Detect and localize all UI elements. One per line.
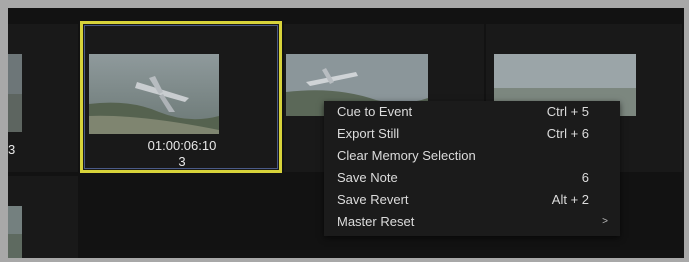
menu-item-label: Export Still	[337, 126, 400, 141]
still-thumbnail-row2-partial[interactable]	[8, 176, 78, 258]
menu-item-cue-to-event[interactable]: Cue to Event Ctrl + 5	[324, 101, 620, 123]
menu-item-export-still[interactable]: Export Still Ctrl + 6	[324, 123, 620, 145]
menu-item-clear-memory-selection[interactable]: Clear Memory Selection	[324, 145, 620, 167]
menu-item-label: Master Reset	[337, 214, 415, 229]
still-image	[8, 54, 22, 132]
menu-item-shortcut: Ctrl + 5	[546, 104, 589, 119]
still-label-fragment: 3	[8, 142, 16, 157]
menu-item-shortcut: Alt + 2	[551, 192, 589, 207]
still-index: 3	[178, 154, 186, 169]
submenu-arrow-icon: >	[602, 216, 608, 227]
menu-item-save-note[interactable]: Save Note 6	[324, 167, 620, 189]
menu-item-label: Clear Memory Selection	[337, 148, 476, 163]
still-thumbnail-left-partial[interactable]	[8, 24, 78, 172]
menu-item-master-reset[interactable]: Master Reset >	[324, 211, 620, 233]
still-image	[8, 206, 22, 258]
menu-item-label: Cue to Event	[337, 104, 413, 119]
menu-item-save-revert[interactable]: Save Revert Alt + 2	[324, 189, 620, 211]
menu-item-shortcut: Ctrl + 6	[546, 126, 589, 141]
menu-item-shortcut: 6	[581, 170, 589, 185]
still-timecode: 01:00:06:10	[147, 138, 217, 153]
context-menu: Cue to Event Ctrl + 5 Export Still Ctrl …	[324, 101, 620, 236]
menu-item-label: Save Note	[337, 170, 398, 185]
menu-item-label: Save Revert	[337, 192, 409, 207]
